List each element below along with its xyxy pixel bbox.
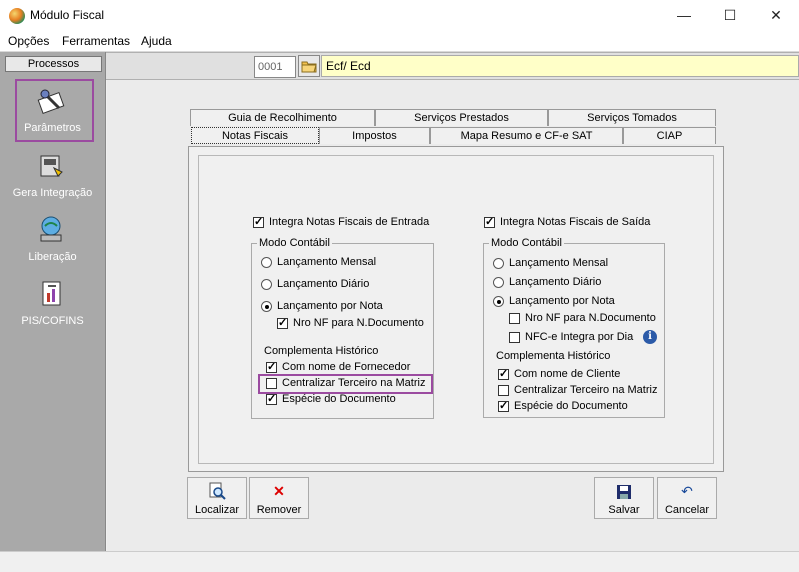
search-icon xyxy=(209,482,226,500)
checkbox-label: Com nome de Cliente xyxy=(514,368,621,381)
checkbox-icon xyxy=(484,215,495,228)
integra-saida-checkbox[interactable]: Integra Notas Fiscais de Saída xyxy=(484,215,651,229)
salvar-label: Salvar xyxy=(608,504,640,516)
checkbox-label: Espécie do Documento xyxy=(282,393,396,406)
folder-open-button[interactable] xyxy=(298,55,320,77)
radio-entrada-diario[interactable]: Lançamento Diário xyxy=(261,278,369,290)
tab-impostos[interactable]: Impostos xyxy=(319,127,430,144)
checkbox-icon xyxy=(509,331,520,343)
nro-nf-entrada-checkbox[interactable]: Nro NF para N.Documento xyxy=(277,316,424,330)
window-title: Módulo Fiscal xyxy=(30,8,105,22)
remove-icon: ✕ xyxy=(273,483,285,499)
checkbox-icon xyxy=(498,384,509,396)
checkbox-icon xyxy=(253,215,264,228)
radio-icon xyxy=(261,256,272,268)
especie-saida-checkbox[interactable]: Espécie do Documento xyxy=(498,399,628,413)
save-icon xyxy=(617,485,631,499)
folder-icon xyxy=(301,61,317,73)
integra-entrada-label: Integra Notas Fiscais de Entrada xyxy=(269,216,430,229)
remover-button[interactable]: ✕ Remover xyxy=(249,477,309,519)
radio-icon xyxy=(493,257,504,269)
localizar-button[interactable]: Localizar xyxy=(187,477,247,519)
radio-saida-diario[interactable]: Lançamento Diário xyxy=(493,276,601,288)
release-icon xyxy=(40,216,62,242)
radio-label: Lançamento Mensal xyxy=(509,257,609,270)
integra-saida-label: Integra Notas Fiscais de Saída xyxy=(500,216,651,229)
cancelar-label: Cancelar xyxy=(664,504,710,516)
radio-icon xyxy=(493,276,504,288)
sidebar-item-liberacao[interactable]: Liberação xyxy=(5,215,100,273)
complementa-saida-label: Complementa Histórico xyxy=(496,350,611,362)
code-field[interactable]: 0001 xyxy=(254,56,296,78)
highlight-box xyxy=(258,374,433,394)
menu-opcoes[interactable]: Opções xyxy=(8,34,49,48)
radio-entrada-mensal[interactable]: Lançamento Mensal xyxy=(261,256,376,268)
centralizar-saida-checkbox[interactable]: Centralizar Terceiro na Matriz xyxy=(498,384,657,396)
description-field[interactable]: Ecf/ Ecd xyxy=(321,55,799,77)
close-button[interactable]: ✕ xyxy=(753,0,799,30)
com-nome-cliente-checkbox[interactable]: Com nome de Cliente xyxy=(498,367,621,381)
complementa-entrada-label: Complementa Histórico xyxy=(264,345,379,357)
radio-saida-por-nota[interactable]: Lançamento por Nota xyxy=(493,295,615,307)
tab-servicos-tomados[interactable]: Serviços Tomados xyxy=(548,109,716,126)
modo-contabil-saida-label: Modo Contábil xyxy=(489,237,564,249)
especie-entrada-checkbox[interactable]: Espécie do Documento xyxy=(266,392,396,406)
menu-ajuda[interactable]: Ajuda xyxy=(141,34,172,48)
checkbox-label: Com nome de Fornecedor xyxy=(282,361,411,374)
undo-icon: ↶ xyxy=(681,483,693,499)
info-icon[interactable]: i xyxy=(643,330,657,344)
integra-entrada-checkbox[interactable]: Integra Notas Fiscais de Entrada xyxy=(253,215,430,229)
nro-nf-saida-checkbox[interactable]: Nro NF para N.Documento xyxy=(509,312,656,324)
checkbox-icon xyxy=(498,367,509,380)
checkbox-label: Espécie do Documento xyxy=(514,400,628,413)
com-nome-fornecedor-checkbox[interactable]: Com nome de Fornecedor xyxy=(266,360,411,374)
localizar-label: Localizar xyxy=(194,504,240,516)
tab-servicos-prestados[interactable]: Serviços Prestados xyxy=(375,109,548,126)
checkbox-icon xyxy=(509,312,520,324)
sidebar-item-pis-cofins[interactable]: PIS/COFINS xyxy=(5,279,100,337)
radio-icon xyxy=(261,278,272,290)
sidebar-label-liberacao: Liberação xyxy=(28,251,77,263)
sidebar-label-pis-cofins: PIS/COFINS xyxy=(21,315,84,327)
selection-highlight xyxy=(15,79,94,142)
pis-cofins-icon xyxy=(42,281,61,306)
checkbox-label: NFC-e Integra por Dia xyxy=(525,331,634,344)
app-icon xyxy=(9,8,25,24)
radio-icon xyxy=(261,300,272,312)
radio-icon xyxy=(493,295,504,307)
integration-icon xyxy=(40,155,63,177)
checkbox-icon xyxy=(277,316,288,329)
checkbox-icon xyxy=(266,360,277,373)
cancelar-button[interactable]: ↶ Cancelar xyxy=(657,477,717,519)
radio-label: Lançamento Mensal xyxy=(277,256,377,269)
radio-entrada-por-nota[interactable]: Lançamento por Nota xyxy=(261,300,383,312)
minimize-button[interactable]: — xyxy=(661,0,707,30)
tab-ciap[interactable]: CIAP xyxy=(623,127,716,144)
tab-mapa-resumo[interactable]: Mapa Resumo e CF-e SAT xyxy=(430,127,623,144)
checkbox-label: Nro NF para N.Documento xyxy=(525,312,656,325)
checkbox-label: Centralizar Terceiro na Matriz xyxy=(514,384,658,397)
radio-label: Lançamento Diário xyxy=(277,278,370,291)
checkbox-icon xyxy=(266,392,277,405)
checkbox-icon xyxy=(498,399,509,412)
checkbox-label: Nro NF para N.Documento xyxy=(293,317,424,330)
sidebar-item-gera-integracao[interactable]: Gera Integração xyxy=(5,151,100,209)
radio-saida-mensal[interactable]: Lançamento Mensal xyxy=(493,257,608,269)
remover-label: Remover xyxy=(256,504,302,516)
status-bar xyxy=(0,551,799,572)
sidebar-label-gera-integracao: Gera Integração xyxy=(12,187,93,199)
sidebar-header: Processos xyxy=(5,56,102,72)
nfce-integra-dia-checkbox[interactable]: NFC-e Integra por Dia xyxy=(509,331,633,343)
radio-label: Lançamento Diário xyxy=(509,276,602,289)
radio-label: Lançamento por Nota xyxy=(277,300,383,313)
radio-label: Lançamento por Nota xyxy=(509,295,615,308)
salvar-button[interactable]: Salvar xyxy=(594,477,654,519)
tab-notas-fiscais[interactable]: Notas Fiscais xyxy=(191,127,319,144)
menu-ferramentas[interactable]: Ferramentas xyxy=(62,34,130,48)
tab-guia-recolhimento[interactable]: Guia de Recolhimento xyxy=(190,109,375,126)
maximize-button[interactable]: ☐ xyxy=(707,0,753,30)
modo-contabil-entrada-label: Modo Contábil xyxy=(257,237,332,249)
